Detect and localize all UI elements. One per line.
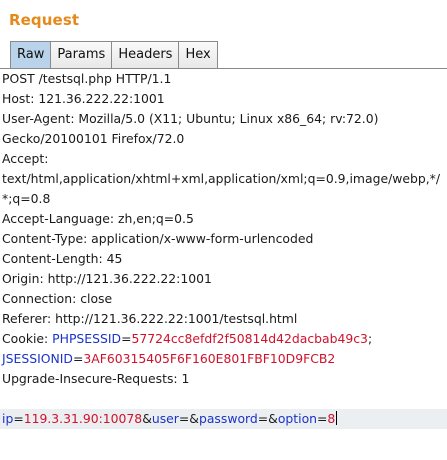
header-accept: Accept: [2, 151, 49, 166]
param-user-key: user [151, 411, 179, 426]
cookie-jsessionid-value: 3AF60315405F6F160E801FBF10D9FCB2 [83, 351, 336, 366]
tab-params[interactable]: Params [50, 41, 113, 68]
header-body-separator [0, 389, 447, 409]
tab-headers[interactable]: Headers [111, 41, 180, 68]
cookie-jsessionid-key: JSESSIONID [2, 351, 73, 366]
tab-raw[interactable]: Raw [10, 41, 52, 68]
param-eq: = [317, 411, 328, 426]
param-eq: = [178, 411, 190, 426]
header-content-length: Content-Length: 45 [2, 251, 123, 266]
tab-hex[interactable]: Hex [178, 41, 218, 68]
cookie-eq: = [72, 351, 84, 366]
param-eq: = [13, 411, 24, 426]
header-accept-value: text/html,application/xhtml+xml,applicat… [2, 171, 441, 186]
text-cursor [336, 411, 338, 425]
param-eq: = [257, 411, 269, 426]
header-cookie: Cookie: PHPSESSID=57724cc8efdf2f50814d42… [0, 329, 447, 349]
view-tab-bar: Raw Params Headers Hex [10, 41, 218, 68]
request-panel-title: Request [9, 11, 80, 29]
cookie-phpsessid-value: 57724cc8efdf2f50814d42dacbab49c3 [131, 331, 368, 346]
param-amp: & [142, 411, 152, 426]
request-line: POST /testsql.php HTTP/1.1 [2, 71, 172, 86]
header-accept-language: Accept-Language: zh,en;q=0.5 [2, 211, 194, 226]
request-body[interactable]: ip=119.3.31.90:10078&user=&password=&opt… [0, 409, 447, 429]
header-upgrade-insecure-requests: Upgrade-Insecure-Requests: 1 [2, 371, 190, 386]
param-ip-value: 119.3.31.90:10078 [23, 411, 143, 426]
cookie-separator: ; [367, 331, 373, 346]
header-referer: Referer: http://121.36.222.22:1001/tests… [2, 311, 298, 326]
param-option-key: option [277, 411, 318, 426]
param-option-value: 8 [327, 411, 336, 426]
header-origin: Origin: http://121.36.222.22:1001 [2, 271, 212, 286]
header-host: Host: 121.36.222.22:1001 [2, 91, 165, 106]
cookie-phpsessid-key: PHPSESSID [52, 331, 122, 346]
param-amp: & [189, 411, 199, 426]
cookie-eq: = [121, 331, 132, 346]
raw-request-editor[interactable]: POST /testsql.php HTTP/1.1 Host: 121.36.… [0, 69, 447, 460]
header-cookie-cont: JSESSIONID=3AF60315405F6F160E801FBF10D9F… [0, 349, 447, 369]
header-accept-value-cont: *;q=0.8 [2, 191, 51, 206]
param-amp: & [268, 411, 278, 426]
header-user-agent-cont: Gecko/20100101 Firefox/72.0 [2, 131, 185, 146]
header-user-agent: User-Agent: Mozilla/5.0 (X11; Ubuntu; Li… [2, 111, 379, 126]
param-password-key: password [198, 411, 258, 426]
header-connection: Connection: close [2, 291, 113, 306]
header-content-type: Content-Type: application/x-www-form-url… [2, 231, 314, 246]
param-ip-key: ip [2, 411, 14, 426]
cookie-label: Cookie: [2, 331, 53, 346]
